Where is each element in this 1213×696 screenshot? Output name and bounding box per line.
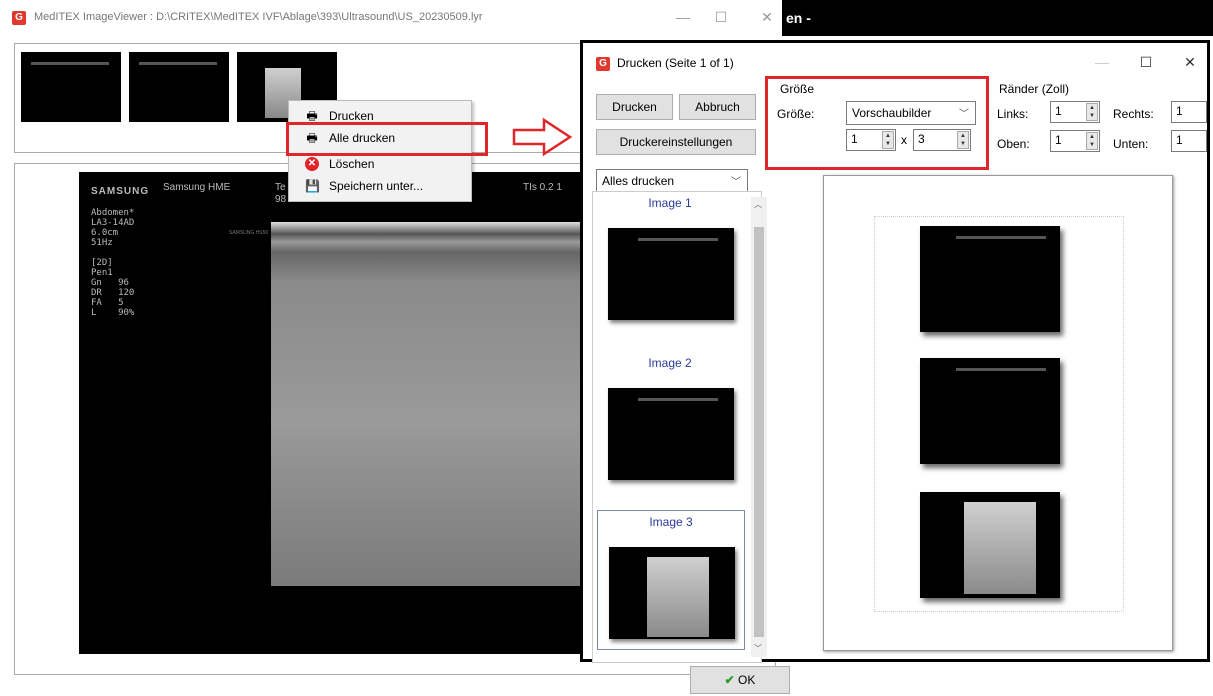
background-window-titlebar xyxy=(780,0,1213,36)
print-dialog: G Drucken (Seite 1 of 1) — ☐ ✕ Drucken A… xyxy=(580,40,1210,663)
chevron-down-icon[interactable]: ﹀ xyxy=(754,643,762,654)
checkmark-icon: ✔ xyxy=(724,673,735,687)
print-preview-page xyxy=(823,175,1173,651)
image-list-scrollbar[interactable]: ︿ ﹀ xyxy=(751,197,767,657)
background-window-title: en - xyxy=(786,10,811,26)
margins-group-title: Ränder (Zoll) xyxy=(999,82,1070,96)
dialog-app-icon: G xyxy=(596,57,610,71)
image-title: Image 3 xyxy=(649,515,693,529)
ultrasound-center-label: Samsung HME xyxy=(163,182,231,193)
margin-right-spinner[interactable]: 1 xyxy=(1171,101,1207,123)
list-item-image-1[interactable]: Image 1 xyxy=(597,192,743,330)
dialog-title: Drucken (Seite 1 of 1) xyxy=(617,56,734,70)
scrollbar-thumb[interactable] xyxy=(754,227,764,637)
dialog-close-button[interactable]: ✕ xyxy=(1175,51,1205,73)
preview-image-1 xyxy=(920,226,1060,332)
print-mode-dropdown[interactable]: Alles drucken ﹀ xyxy=(596,169,748,193)
highlight-size-group xyxy=(765,76,989,170)
preview-image-2 xyxy=(920,358,1060,464)
thumbnail-2[interactable] xyxy=(129,52,229,122)
margin-bottom-label: Unten: xyxy=(1113,137,1149,151)
menu-item-speichern-unter[interactable]: 💾 Speichern unter... xyxy=(289,175,471,197)
margin-right-label: Rechts: xyxy=(1113,107,1154,121)
preview-image-3 xyxy=(920,492,1060,598)
ok-button[interactable]: ✔ OK xyxy=(690,666,790,694)
list-item-image-2[interactable]: Image 2 xyxy=(597,352,743,490)
image-list: Image 1 Image 2 Image 3 xyxy=(592,191,762,663)
minimize-button[interactable]: — xyxy=(668,6,698,28)
arrow-icon xyxy=(512,118,573,156)
save-icon: 💾 xyxy=(305,179,320,193)
image-title: Image 2 xyxy=(648,356,692,370)
margin-bottom-spinner[interactable]: 1 xyxy=(1171,130,1207,152)
dialog-maximize-button[interactable]: ☐ xyxy=(1131,51,1161,73)
menu-item-label: Drucken xyxy=(329,109,374,123)
printer-settings-button[interactable]: Druckereinstellungen xyxy=(596,129,756,155)
image-preview xyxy=(608,228,734,320)
ultrasound-brand: SAMSUNG xyxy=(91,186,150,197)
chevron-up-icon[interactable]: ︿ xyxy=(754,199,762,210)
menu-item-loeschen[interactable]: ✕ Löschen xyxy=(289,153,471,175)
margin-bottom-value: 1 xyxy=(1176,133,1183,147)
menu-item-label: Speichern unter... xyxy=(329,179,424,193)
print-button[interactable]: Drucken xyxy=(596,94,673,120)
cancel-button[interactable]: Abbruch xyxy=(679,94,756,120)
delete-icon: ✕ xyxy=(305,157,319,171)
ultrasound-tis-label: TIs 0.2 1 xyxy=(523,182,562,193)
margin-right-value: 1 xyxy=(1176,104,1183,118)
viewer-title: MedITEX ImageViewer : D:\CRITEX\MedITEX … xyxy=(34,11,483,23)
image-preview xyxy=(608,388,734,480)
ultrasound-parameters: Abdomen* LA3-14AD 6.0cm 51Hz [2D] Pen1 G… xyxy=(91,208,135,318)
spinner-arrows-icon[interactable]: ▲ ▼ xyxy=(1086,132,1098,150)
menu-item-label: Löschen xyxy=(329,157,375,171)
margin-left-spinner[interactable]: 1 ▲ ▼ xyxy=(1050,101,1100,123)
thumbnail-1[interactable] xyxy=(21,52,121,122)
ok-label: OK xyxy=(738,673,756,687)
spinner-arrows-icon[interactable]: ▲ ▼ xyxy=(1086,103,1098,121)
app-icon: G xyxy=(12,11,26,25)
viewer-titlebar: G MedITEX ImageViewer : D:\CRITEX\MedITE… xyxy=(0,0,782,36)
maximize-button[interactable]: ☐ xyxy=(706,6,736,28)
ultrasound-center-fragment-1: Te xyxy=(275,182,286,193)
margin-top-label: Oben: xyxy=(997,137,1030,151)
list-item-image-3[interactable]: Image 3 xyxy=(597,510,745,650)
ultrasound-center-fragment-2: 98 xyxy=(275,194,287,205)
image-preview xyxy=(609,547,735,639)
highlight-alle-drucken xyxy=(286,122,488,156)
margin-top-value: 1 xyxy=(1055,133,1062,147)
print-mode-value: Alles drucken xyxy=(602,174,675,188)
image-title: Image 1 xyxy=(648,196,692,210)
margin-left-value: 1 xyxy=(1055,104,1062,118)
chevron-down-icon: ﹀ xyxy=(731,177,741,188)
ultrasound-mini-label: SAMSUNG HS50 xyxy=(229,230,269,236)
margin-top-spinner[interactable]: 1 ▲ ▼ xyxy=(1050,130,1100,152)
dialog-minimize-button[interactable]: — xyxy=(1087,51,1117,73)
close-button[interactable]: ✕ xyxy=(752,6,782,28)
margin-left-label: Links: xyxy=(997,107,1029,121)
printer-icon: 🖶 xyxy=(306,109,318,123)
